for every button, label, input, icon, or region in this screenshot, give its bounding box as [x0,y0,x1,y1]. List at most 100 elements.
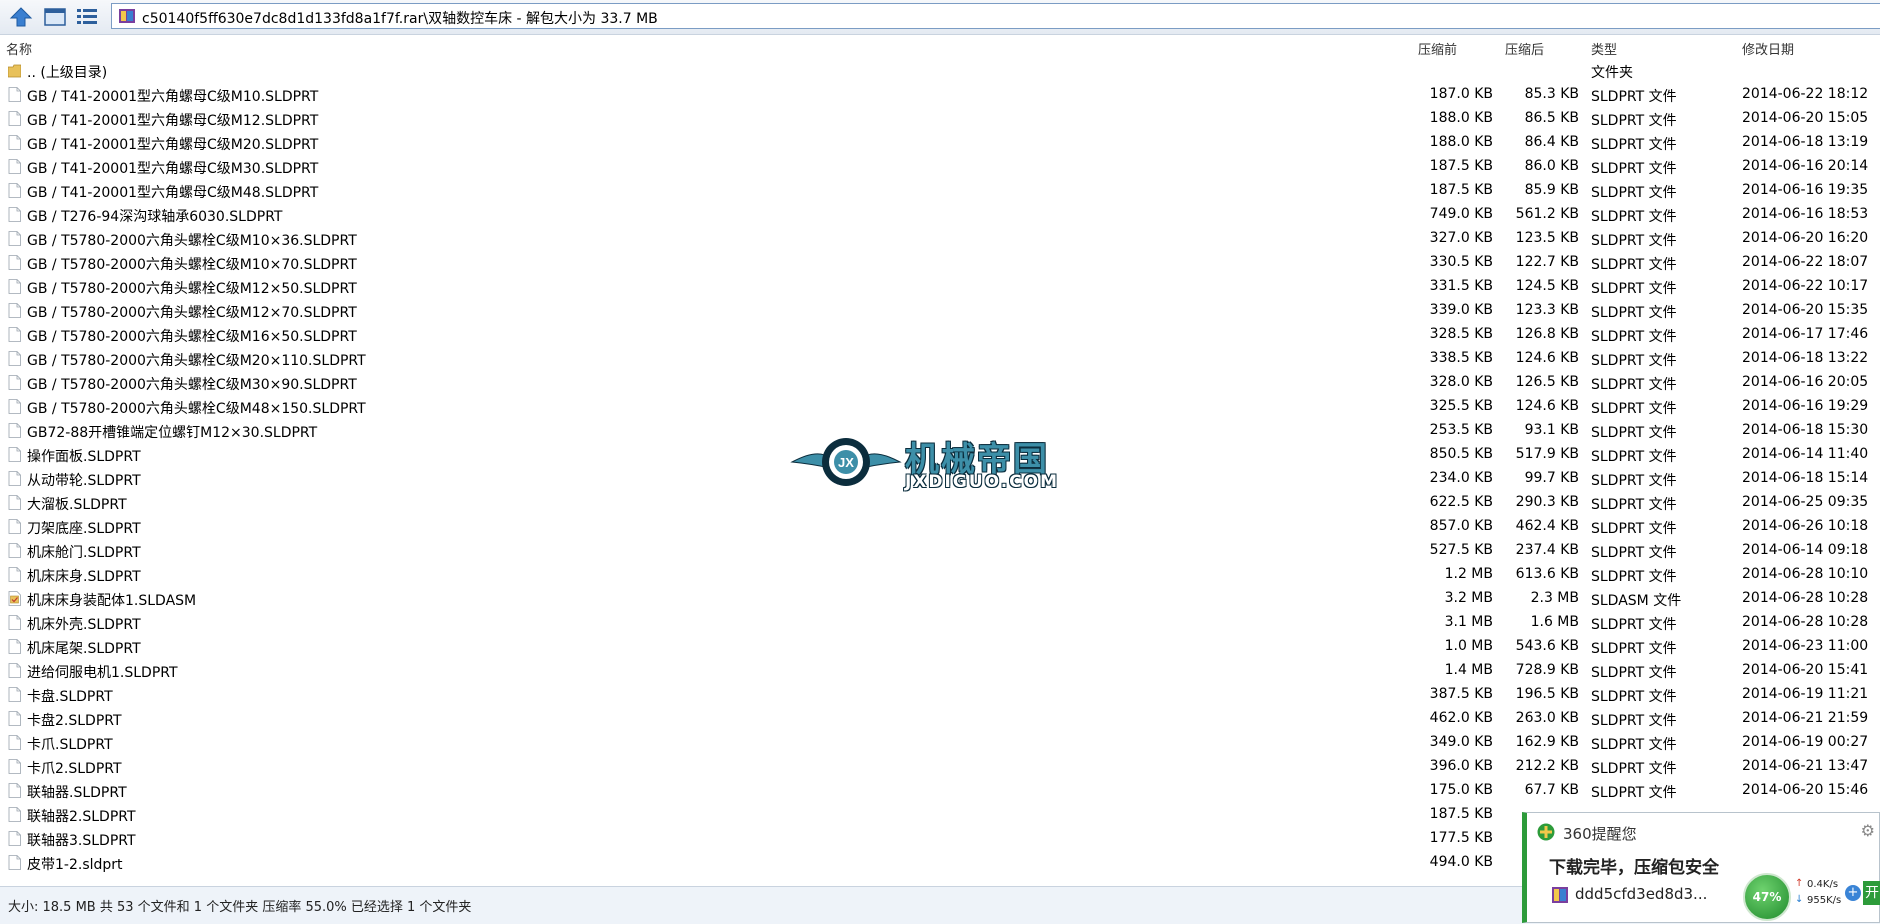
file-date: 2014-06-20 15:05 [1742,110,1869,126]
file-row[interactable]: GB / T41-20001型六角螺母C级M48.SLDPRT 187.5 KB 8… [0,179,1880,203]
file-date: 2014-06-16 19:35 [1742,182,1869,198]
file-name: GB / T5780-2000六角头螺栓C级M16×50.SLDPRT [27,329,357,345]
file-row[interactable]: GB / T5780-2000六角头螺栓C级M10×36.SLDPRT 327.0… [0,227,1880,251]
file-row[interactable]: 卡爪.SLDPRT 349.0 KB 162.9 KB SLDPRT 文件 2014-0… [0,731,1880,755]
column-name[interactable]: 名称 [6,39,32,58]
open-button[interactable]: 开 [1863,881,1880,905]
file-icon [8,207,21,222]
arrow-up-icon [9,7,33,27]
file-date: 2014-06-16 18:53 [1742,206,1869,222]
file-date: 2014-06-28 10:28 [1742,590,1869,606]
file-row[interactable]: 卡盘.SLDPRT 387.5 KB 196.5 KB SLDPRT 文件 2014-0… [0,683,1880,707]
view-button[interactable] [42,4,68,30]
file-size-before: 527.5 KB [1429,542,1493,558]
file-row[interactable]: GB / T5780-2000六角头螺栓C级M12×50.SLDPRT 331.5… [0,275,1880,299]
security-popup[interactable]: 360提醒您 ⚙ 下载完毕，压缩包安全 ddd5cfd3ed8d3... 47%… [1522,812,1880,923]
speed-progress-circle[interactable]: 47% [1743,873,1791,921]
file-row[interactable]: 刀架底座.SLDPRT 857.0 KB 462.4 KB SLDPRT 文件 2014… [0,515,1880,539]
file-type: SLDPRT 文件 [1591,137,1677,153]
file-type: SLDPRT 文件 [1591,641,1677,657]
plus-icon[interactable]: + [1845,885,1861,901]
file-date: 2014-06-20 15:35 [1742,302,1869,318]
file-name: 刀架底座.SLDPRT [27,521,141,537]
file-icon [8,135,21,150]
assembly-icon [8,591,21,606]
file-type: SLDPRT 文件 [1591,785,1677,801]
file-size-before: 396.0 KB [1429,758,1493,774]
file-row[interactable]: GB / T41-20001型六角螺母C级M20.SLDPRT 188.0 KB 8… [0,131,1880,155]
file-size-after: 517.9 KB [1515,446,1579,462]
file-type: SLDPRT 文件 [1591,497,1677,513]
folder-icon [8,64,21,78]
file-row[interactable]: GB / T41-20001型六角螺母C级M30.SLDPRT 187.5 KB 8… [0,155,1880,179]
file-row[interactable]: GB / T5780-2000六角头螺栓C级M10×70.SLDPRT 330.5… [0,251,1880,275]
path-bar[interactable]: c50140f5ff630e7dc8d1d133fd8a1f7f.rar\双轴数… [111,3,1880,29]
file-icon [8,615,21,630]
file-size-after: 85.9 KB [1524,182,1579,198]
file-row[interactable]: GB / T5780-2000六角头螺栓C级M30×90.SLDPRT 328.0… [0,371,1880,395]
file-size-before: 331.5 KB [1429,278,1493,294]
column-after[interactable]: 压缩后 [1505,39,1544,58]
file-name: GB / T5780-2000六角头螺栓C级M10×36.SLDPRT [27,233,357,249]
file-name: 机床外壳.SLDPRT [27,617,141,633]
up-button[interactable] [8,4,34,30]
file-row[interactable]: 进给伺服电机1.SLDPRT 1.4 MB 728.9 KB SLDPRT 文件 201… [0,659,1880,683]
file-name: GB / T5780-2000六角头螺栓C级M48×150.SLDPRT [27,401,366,417]
file-name: 皮带1-2.sldprt [27,857,123,873]
file-row[interactable]: 联轴器.SLDPRT 175.0 KB 67.7 KB SLDPRT 文件 2014-0… [0,779,1880,803]
file-date: 2014-06-20 16:20 [1742,230,1869,246]
file-size-before: 1.2 MB [1444,566,1493,582]
file-row[interactable]: GB / T276-94深沟球轴承6030.SLDPRT 749.0 KB 561.… [0,203,1880,227]
file-row[interactable]: 大溜板.SLDPRT 622.5 KB 290.3 KB SLDPRT 文件 2014-… [0,491,1880,515]
gear-icon[interactable]: ⚙ [1861,821,1875,840]
file-row[interactable]: GB / T41-20001型六角螺母C级M12.SLDPRT 188.0 KB 8… [0,107,1880,131]
file-icon [8,495,21,510]
file-size-before: 3.2 MB [1444,590,1493,606]
file-size-before: 857.0 KB [1429,518,1493,534]
file-size-before: 1.4 MB [1444,662,1493,678]
file-size-before: 387.5 KB [1429,686,1493,702]
file-size-after: 126.5 KB [1515,374,1579,390]
file-type: SLDPRT 文件 [1591,665,1677,681]
file-row[interactable]: 机床舱门.SLDPRT 527.5 KB 237.4 KB SLDPRT 文件 2014… [0,539,1880,563]
file-type: SLDPRT 文件 [1591,737,1677,753]
file-row[interactable]: 卡盘2.SLDPRT 462.0 KB 263.0 KB SLDPRT 文件 2014-… [0,707,1880,731]
file-size-after: 728.9 KB [1515,662,1579,678]
file-type: SLDPRT 文件 [1591,233,1677,249]
column-type[interactable]: 类型 [1591,39,1617,58]
file-size-after: 237.4 KB [1515,542,1579,558]
file-size-after: 561.2 KB [1515,206,1579,222]
file-icon [8,423,21,438]
file-size-before: 325.5 KB [1429,398,1493,414]
file-row[interactable]: 机床床身.SLDPRT 1.2 MB 613.6 KB SLDPRT 文件 2014-0… [0,563,1880,587]
file-row[interactable]: 机床床身装配体1.SLDASM 3.2 MB 2.3 MB SLDASM 文件 2014… [0,587,1880,611]
file-icon [8,519,21,534]
file-row[interactable]: .. (上级目录) 文件夹 [0,59,1880,83]
file-type: SLDPRT 文件 [1591,713,1677,729]
file-row[interactable]: 机床尾架.SLDPRT 1.0 MB 543.6 KB SLDPRT 文件 2014-0… [0,635,1880,659]
file-icon [8,279,21,294]
file-date: 2014-06-18 13:19 [1742,134,1869,150]
file-name: GB / T41-20001型六角螺母C级M48.SLDPRT [27,185,319,201]
column-before[interactable]: 压缩前 [1418,39,1457,58]
file-size-before: 327.0 KB [1429,230,1493,246]
popup-file-link[interactable]: ddd5cfd3ed8d3... [1575,885,1707,903]
file-row[interactable]: GB / T41-20001型六角螺母C级M10.SLDPRT 187.0 KB 8… [0,83,1880,107]
file-name: GB72-88开槽锥端定位螺钉M12×30.SLDPRT [27,425,318,441]
file-row[interactable]: 机床外壳.SLDPRT 3.1 MB 1.6 MB SLDPRT 文件 2014-06-… [0,611,1880,635]
file-row[interactable]: GB / T5780-2000六角头螺栓C级M12×70.SLDPRT 339.0… [0,299,1880,323]
file-row[interactable]: GB / T5780-2000六角头螺栓C级M16×50.SLDPRT 328.5… [0,323,1880,347]
column-date[interactable]: 修改日期 [1742,39,1794,58]
file-row[interactable]: GB / T5780-2000六角头螺栓C级M48×150.SLDPRT 325.… [0,395,1880,419]
file-name: 卡爪2.SLDPRT [27,761,122,777]
file-icon [8,351,21,366]
list-view-button[interactable] [74,4,100,30]
file-name: GB / T41-20001型六角螺母C级M10.SLDPRT [27,89,319,105]
file-row[interactable]: 卡爪2.SLDPRT 396.0 KB 212.2 KB SLDPRT 文件 2014-… [0,755,1880,779]
file-size-after: 2.3 MB [1530,590,1579,606]
file-size-before: 253.5 KB [1429,422,1493,438]
file-type: SLDPRT 文件 [1591,401,1677,417]
file-name: 机床床身装配体1.SLDASM [27,593,197,609]
file-size-before: 187.5 KB [1429,182,1493,198]
file-row[interactable]: GB / T5780-2000六角头螺栓C级M20×110.SLDPRT 338.… [0,347,1880,371]
